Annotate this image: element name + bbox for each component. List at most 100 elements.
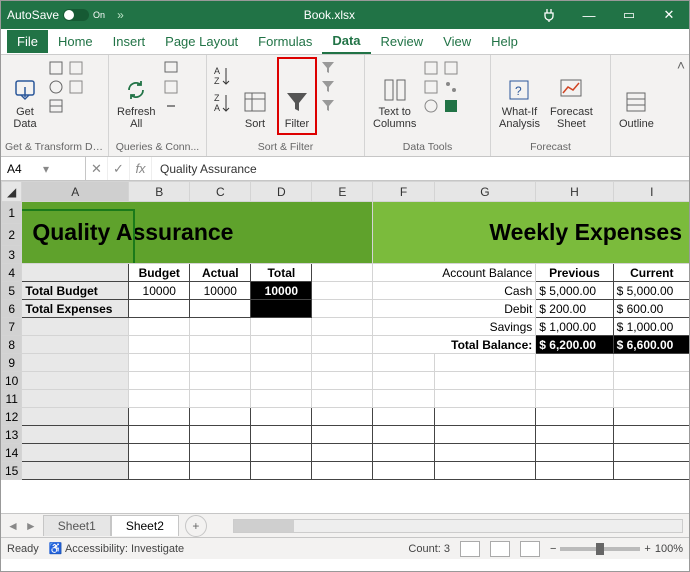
row-header[interactable]: 14 <box>2 444 22 462</box>
cell[interactable] <box>312 444 373 462</box>
chevron-down-icon[interactable]: ▾ <box>43 162 79 176</box>
cell[interactable] <box>373 372 434 390</box>
horizontal-scrollbar[interactable] <box>233 519 683 533</box>
text-to-columns-button[interactable]: Text to Columns <box>369 57 420 135</box>
cell[interactable] <box>613 462 689 480</box>
cell[interactable] <box>312 372 373 390</box>
cell[interactable] <box>613 444 689 462</box>
cell[interactable] <box>434 354 536 372</box>
cell[interactable]: 10000 <box>129 282 190 300</box>
cell[interactable] <box>434 372 536 390</box>
tab-formulas[interactable]: Formulas <box>248 30 322 53</box>
toggle-switch[interactable] <box>63 9 89 21</box>
forecast-sheet-button[interactable]: Forecast Sheet <box>546 57 597 135</box>
cell[interactable] <box>190 426 251 444</box>
autosave-toggle[interactable]: AutoSave On <box>1 8 111 22</box>
col-header-c[interactable]: C <box>190 182 251 202</box>
cell[interactable] <box>536 372 613 390</box>
row-header[interactable]: 5 <box>2 282 22 300</box>
col-header-e[interactable]: E <box>312 182 373 202</box>
cell[interactable] <box>312 426 373 444</box>
cell[interactable]: $ 6,600.00 <box>613 336 689 354</box>
cell[interactable] <box>251 462 312 480</box>
cell[interactable] <box>190 390 251 408</box>
row-header[interactable]: 11 <box>2 390 22 408</box>
cell[interactable] <box>373 408 434 426</box>
cell[interactable]: Total Balance: <box>373 336 536 354</box>
tab-review[interactable]: Review <box>371 30 434 53</box>
col-header-b[interactable]: B <box>129 182 190 202</box>
cell[interactable] <box>22 336 129 354</box>
cell[interactable]: Actual <box>190 264 251 282</box>
cell[interactable] <box>536 462 613 480</box>
tab-insert[interactable]: Insert <box>103 30 156 53</box>
tab-page-layout[interactable]: Page Layout <box>155 30 248 53</box>
cell[interactable]: Savings <box>373 318 536 336</box>
tab-view[interactable]: View <box>433 30 481 53</box>
cell[interactable] <box>251 336 312 354</box>
plug-icon[interactable] <box>529 7 569 24</box>
cell[interactable]: $ 1,000.00 <box>536 318 613 336</box>
cell[interactable] <box>251 408 312 426</box>
col-header-g[interactable]: G <box>434 182 536 202</box>
cell[interactable]: Debit <box>373 300 536 318</box>
cell[interactable]: Previous <box>536 264 613 282</box>
cell[interactable] <box>190 408 251 426</box>
cell[interactable] <box>22 264 129 282</box>
cell[interactable] <box>312 462 373 480</box>
flash-fill-icon[interactable] <box>422 59 440 77</box>
cell[interactable] <box>129 462 190 480</box>
formula-content[interactable]: Quality Assurance <box>152 157 689 180</box>
cell[interactable] <box>251 354 312 372</box>
new-sheet-button[interactable]: + <box>185 515 207 537</box>
row-header[interactable]: 1 <box>2 202 22 224</box>
what-if-button[interactable]: ? What-If Analysis <box>495 57 544 135</box>
tab-home[interactable]: Home <box>48 30 103 53</box>
sheet-nav-next-icon[interactable]: ► <box>25 519 37 533</box>
cell[interactable] <box>251 372 312 390</box>
refresh-all-button[interactable]: Refresh All <box>113 57 160 135</box>
cell[interactable]: 10000 <box>251 282 312 300</box>
row-header[interactable]: 7 <box>2 318 22 336</box>
col-header-d[interactable]: D <box>251 182 312 202</box>
cell[interactable] <box>312 264 373 282</box>
cell[interactable] <box>312 300 373 318</box>
tab-file[interactable]: File <box>7 30 48 53</box>
cell[interactable]: Account Balance <box>373 264 536 282</box>
cell[interactable] <box>190 462 251 480</box>
cell[interactable]: $ 6,200.00 <box>536 336 613 354</box>
cell[interactable] <box>434 444 536 462</box>
outline-button[interactable]: Outline <box>615 57 658 135</box>
page-break-view-icon[interactable] <box>520 541 540 557</box>
cell[interactable]: $ 1,000.00 <box>613 318 689 336</box>
row-header[interactable]: 13 <box>2 426 22 444</box>
row-header[interactable]: 9 <box>2 354 22 372</box>
minimize-button[interactable]: — <box>569 8 609 23</box>
cell[interactable] <box>251 300 312 318</box>
page-layout-view-icon[interactable] <box>490 541 510 557</box>
edit-links-icon[interactable] <box>162 97 180 115</box>
cell[interactable]: Budget <box>129 264 190 282</box>
cell[interactable] <box>22 444 129 462</box>
cell[interactable] <box>613 354 689 372</box>
zoom-slider[interactable] <box>560 547 640 551</box>
cell[interactable] <box>129 408 190 426</box>
data-model-icon[interactable] <box>442 97 460 115</box>
cell[interactable] <box>536 426 613 444</box>
from-text-icon[interactable] <box>47 59 65 77</box>
collapse-ribbon-icon[interactable]: ˄ <box>677 57 685 73</box>
cell[interactable] <box>190 318 251 336</box>
cell[interactable]: Cash <box>373 282 536 300</box>
cell[interactable] <box>22 408 129 426</box>
cell[interactable] <box>22 354 129 372</box>
col-header-h[interactable]: H <box>536 182 613 202</box>
cell[interactable] <box>373 462 434 480</box>
name-box[interactable]: A4 ▾ <box>1 157 86 180</box>
cell[interactable] <box>22 390 129 408</box>
normal-view-icon[interactable] <box>460 541 480 557</box>
cell[interactable]: Total <box>251 264 312 282</box>
cell[interactable] <box>434 390 536 408</box>
zoom-in-icon[interactable]: + <box>644 543 650 555</box>
existing-icon[interactable] <box>67 78 85 96</box>
cell[interactable] <box>129 354 190 372</box>
